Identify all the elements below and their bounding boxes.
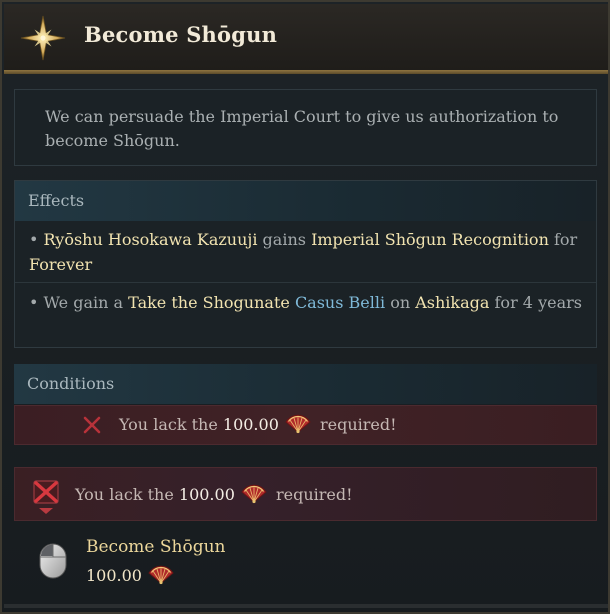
blocked-warning: You lack the 100.00 required! — [14, 467, 597, 521]
condition-prefix: You lack the — [119, 415, 218, 434]
bottom-edge — [4, 604, 608, 608]
mouse-left-click-icon — [39, 543, 67, 579]
fan-currency-icon — [148, 565, 174, 585]
warning-amount: 100.00 — [178, 485, 235, 504]
tooltip-header: Become Shōgun — [4, 4, 608, 70]
casus-belli-type-link[interactable]: Take the Shogunate — [128, 293, 290, 312]
duration-value: Forever — [29, 255, 93, 274]
warning-prefix: You lack the — [75, 485, 174, 504]
conditions-title: Conditions — [27, 374, 115, 393]
target-link[interactable]: Ashikaga — [415, 293, 489, 312]
action-label[interactable]: Become Shōgun — [86, 537, 226, 557]
warning-suffix: required! — [275, 485, 353, 504]
character-link[interactable]: Ryōshu Hosokawa Kazuuji — [44, 230, 258, 249]
description-text: We can persuade the Imperial Court to gi… — [45, 107, 559, 150]
effect-text: gains — [257, 230, 312, 249]
description-box: We can persuade the Imperial Court to gi… — [14, 89, 597, 166]
modifier-link[interactable]: Imperial Shōgun Recognition — [311, 230, 549, 249]
tooltip-panel: Become Shōgun We can persuade the Imperi… — [0, 0, 610, 614]
condition-suffix: required! — [319, 415, 397, 434]
red-cross-icon — [83, 416, 101, 434]
condition-row: You lack the 100.00 required! — [14, 405, 597, 445]
fan-currency-icon — [241, 484, 267, 504]
effect-text: on — [385, 293, 416, 312]
effects-section: Effects • Ryōshu Hosokawa Kazuuji gains … — [14, 180, 597, 348]
bullet: • — [29, 230, 39, 249]
crossed-out-icon — [33, 480, 59, 514]
bullet: • — [29, 293, 39, 312]
effects-title: Effects — [28, 191, 85, 210]
effect-text: We gain a — [43, 293, 129, 312]
gold-star-icon — [20, 15, 66, 61]
effect-text: for — [548, 230, 578, 249]
effect-item: • Ryōshu Hosokawa Kazuuji gains Imperial… — [15, 227, 596, 283]
conditions-header: Conditions — [14, 364, 597, 404]
warning-text: You lack the 100.00 required! — [75, 484, 353, 504]
action-cost: 100.00 — [86, 565, 178, 585]
condition-amount: 100.00 — [222, 415, 279, 434]
effects-header: Effects — [15, 181, 596, 221]
header-divider — [4, 70, 608, 74]
fan-currency-icon — [285, 414, 311, 434]
condition-text: You lack the 100.00 required! — [119, 414, 397, 434]
effect-item: • We gain a Take the Shogunate Casus Bel… — [15, 290, 596, 315]
action-cost-amount: 100.00 — [86, 566, 142, 585]
effect-text: for 4 years — [489, 293, 582, 312]
casus-belli-link[interactable]: Casus Belli — [295, 293, 385, 312]
tooltip-title: Become Shōgun — [84, 22, 278, 47]
